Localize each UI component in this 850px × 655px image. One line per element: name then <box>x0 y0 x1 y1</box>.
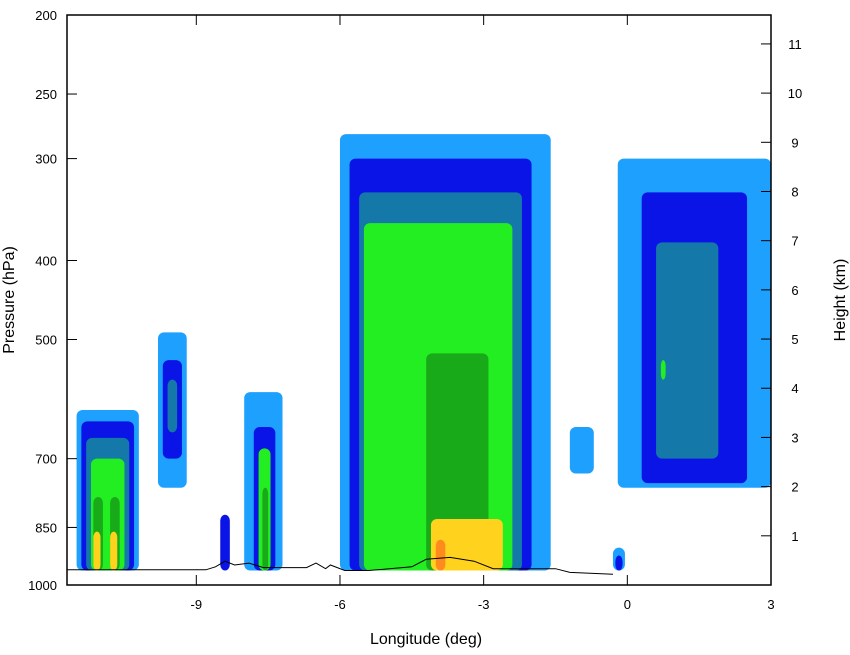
height-tick-label: 7 <box>791 234 798 249</box>
x-axis-title: Longitude (deg) <box>370 631 482 648</box>
height-tick-label: 2 <box>791 480 798 495</box>
x-tick-label: -6 <box>334 597 346 612</box>
right-axis-title: Height (km) <box>832 259 849 342</box>
height-tick-label: 10 <box>788 86 802 101</box>
height-tick-label: 4 <box>791 381 798 396</box>
contour-cell-8 <box>110 531 118 571</box>
y-tick-label: 700 <box>35 452 57 467</box>
height-tick-label: 8 <box>791 184 798 199</box>
x-tick-label: 0 <box>624 597 631 612</box>
x-tick-label: 3 <box>767 597 774 612</box>
contour-cell-29 <box>656 242 719 459</box>
y-tick-label: 1000 <box>28 578 57 593</box>
height-tick-label: 6 <box>791 283 798 298</box>
y-axis-pressure: 200 250 300 400 500 700 850 1000 <box>28 8 77 593</box>
x-tick-label: -9 <box>191 597 203 612</box>
y-tick-label: 500 <box>35 333 57 348</box>
y-tick-label: 200 <box>35 8 57 23</box>
y-axis-title: Pressure (hPa) <box>1 246 18 354</box>
contour-cell-7 <box>93 531 101 571</box>
y-tick-label: 400 <box>35 253 57 268</box>
contour-cell-26 <box>615 555 623 571</box>
height-tick-label: 1 <box>791 529 798 544</box>
contour-cell-30 <box>660 360 666 380</box>
contour-cell-23 <box>435 539 446 571</box>
height-tick-label: 3 <box>791 430 798 445</box>
contour-cell-16 <box>262 487 269 571</box>
y-tick-label: 850 <box>35 520 57 535</box>
y-tick-label: 250 <box>35 87 57 102</box>
height-tick-label: 5 <box>791 332 798 347</box>
contour-fills <box>76 134 771 571</box>
chart: -9 -6 -3 0 3 200 250 300 400 500 700 850 1000 1 2 3 4 5… <box>1 8 849 648</box>
x-tick-label: -3 <box>478 597 490 612</box>
height-tick-label: 9 <box>791 135 798 150</box>
contour-cell-24 <box>569 426 594 474</box>
y-tick-label: 300 <box>35 152 57 167</box>
contour-cell-11 <box>167 379 178 433</box>
height-tick-label: 11 <box>788 37 802 52</box>
